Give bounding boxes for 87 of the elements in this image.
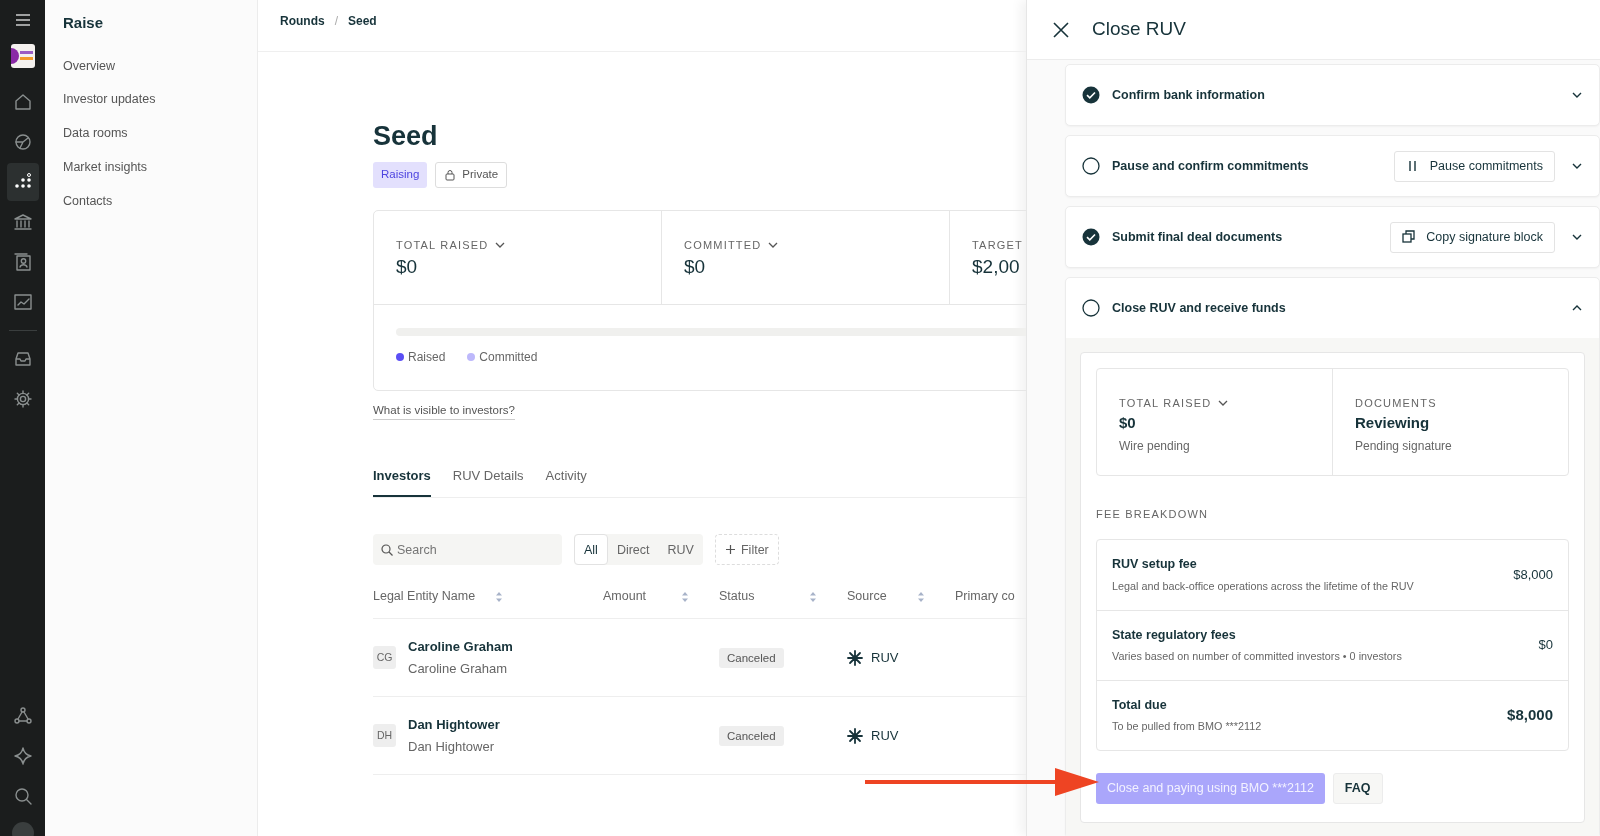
breadcrumb-separator: / xyxy=(334,13,338,30)
initials-avatar: CG xyxy=(373,646,396,670)
legend-label: Raised xyxy=(408,348,446,366)
visibility-tag: Private xyxy=(435,162,508,188)
sidebar-item[interactable]: Market insights xyxy=(63,157,239,177)
close-button[interactable] xyxy=(1052,20,1070,39)
step-title: Submit final deal documents xyxy=(1112,228,1284,246)
panel-title: Close RUV xyxy=(1092,18,1186,41)
column-header[interactable]: Source xyxy=(847,587,887,607)
summary-label: TOTAL RAISED xyxy=(1119,396,1212,411)
column-header[interactable]: Status xyxy=(719,587,755,607)
bank-icon[interactable] xyxy=(12,212,33,232)
entity-name: Caroline Graham xyxy=(408,660,508,679)
search-field[interactable]: Search xyxy=(373,534,562,566)
stat-label: TARGET xyxy=(972,237,1023,253)
legend-label: Committed xyxy=(479,348,538,366)
pie-chart-icon[interactable] xyxy=(12,132,33,152)
investor-name[interactable]: Dan Hightower xyxy=(408,714,500,735)
segment-option[interactable]: All xyxy=(574,534,608,566)
investor-name[interactable]: Caroline Graham xyxy=(408,636,513,657)
contact-card-icon[interactable] xyxy=(12,252,33,272)
stat-label: COMMITTED xyxy=(684,237,762,253)
sidebar-title: Raise xyxy=(63,13,105,33)
breadcrumb-link[interactable]: Seed xyxy=(348,12,377,30)
step-action-button[interactable]: Copy signature block xyxy=(1390,221,1555,253)
summary-value: Reviewing xyxy=(1355,412,1431,433)
line-chart-icon[interactable] xyxy=(12,292,33,312)
column-header[interactable]: Primary co xyxy=(955,587,1015,607)
sidebar-item[interactable]: Overview xyxy=(63,56,239,76)
segment-option[interactable]: Direct xyxy=(607,534,659,566)
sidebar-item[interactable]: Contacts xyxy=(63,191,239,211)
status-tag: Raising xyxy=(373,162,428,188)
settings-icon[interactable] xyxy=(12,389,33,409)
tab[interactable]: Activity xyxy=(545,465,587,498)
summary-note: Wire pending xyxy=(1119,438,1191,455)
stat-value: $0 xyxy=(684,255,707,280)
column-header[interactable]: Amount xyxy=(603,587,647,607)
faq-button[interactable]: FAQ xyxy=(1332,772,1383,804)
segment-option[interactable]: RUV xyxy=(658,534,703,566)
source-label: RUV xyxy=(871,726,899,745)
search-icon[interactable] xyxy=(12,786,33,806)
network-icon[interactable] xyxy=(12,706,33,726)
fee-name: State regulatory fees xyxy=(1112,626,1237,644)
sidebar-item[interactable]: Investor updates xyxy=(63,90,239,109)
fee-description: Legal and back-office operations across the lifetime of the RUV xyxy=(1112,578,1414,594)
step-title: Confirm bank information xyxy=(1112,86,1266,104)
fee-amount: $8,000 xyxy=(1507,704,1553,725)
source-label: RUV xyxy=(871,648,899,667)
fee-amount: $0 xyxy=(1538,636,1553,655)
sparkle-icon[interactable] xyxy=(12,746,33,766)
logo-icon[interactable] xyxy=(10,44,35,68)
column-header[interactable]: Legal Entity Name xyxy=(373,587,476,607)
step-action-button[interactable]: Pause commitments xyxy=(1393,150,1555,182)
close-icon xyxy=(1052,20,1070,39)
fee-name: Total due xyxy=(1112,696,1168,714)
status-tag: Canceled xyxy=(719,725,784,746)
copy-icon xyxy=(1402,230,1417,244)
summary-label: DOCUMENTS xyxy=(1355,396,1437,411)
home-icon[interactable] xyxy=(12,92,33,112)
page-title: Seed xyxy=(373,120,439,153)
initials-avatar: DH xyxy=(373,724,396,748)
breadcrumb-link[interactable]: Rounds xyxy=(280,12,325,30)
fee-description: Varies based on number of committed investors • 0 investors xyxy=(1112,649,1402,665)
summary-value: $0 xyxy=(1119,412,1137,433)
stat-value: $2,00 xyxy=(972,255,1021,280)
step-title: Close RUV and receive funds xyxy=(1112,299,1287,317)
section-heading: FEE BREAKDOWN xyxy=(1096,507,1210,522)
plus-icon xyxy=(724,544,736,556)
lock-icon xyxy=(444,169,457,181)
step-title: Pause and confirm commitments xyxy=(1112,157,1310,175)
tab[interactable]: RUV Details xyxy=(452,465,524,498)
summary-note: Pending signature xyxy=(1355,438,1453,455)
tab[interactable]: Investors xyxy=(373,465,431,498)
status-tag: Canceled xyxy=(719,647,784,668)
sidebar-item[interactable]: Data rooms xyxy=(63,124,239,143)
help-link[interactable]: What is visible to investors? xyxy=(373,401,515,420)
entity-name: Dan Hightower xyxy=(408,738,495,757)
stat-label: TOTAL RAISED xyxy=(396,237,489,253)
starburst-icon xyxy=(847,727,863,744)
fee-name: RUV setup fee xyxy=(1112,556,1198,574)
starburst-icon xyxy=(847,649,863,666)
filter-button[interactable]: Filter xyxy=(714,534,779,566)
stat-value: $0 xyxy=(396,255,419,280)
fee-amount: $8,000 xyxy=(1513,565,1553,584)
fee-description: To be pulled from BMO ***2112 xyxy=(1112,719,1262,735)
search-icon xyxy=(381,544,393,557)
inbox-icon[interactable] xyxy=(12,349,33,369)
